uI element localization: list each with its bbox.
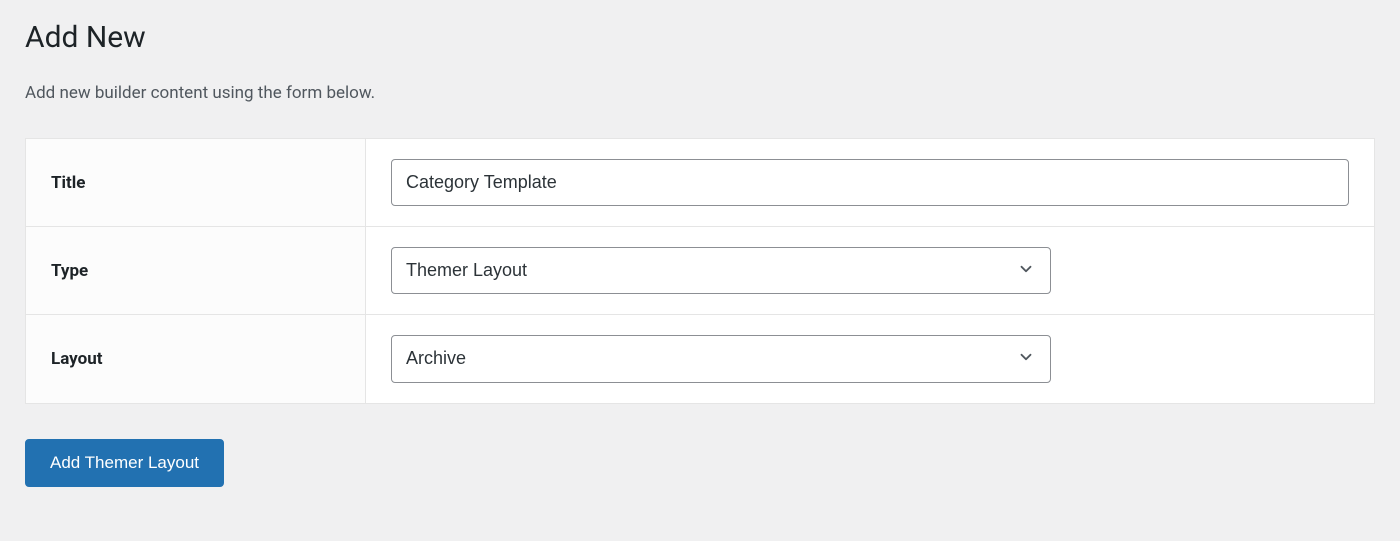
title-label: Title: [26, 139, 366, 227]
form-table: Title Type Themer Layout Layout: [25, 138, 1375, 404]
layout-label: Layout: [26, 315, 366, 403]
page-description: Add new builder content using the form b…: [25, 83, 1375, 103]
title-row: Title: [26, 139, 1375, 227]
layout-row: Layout Archive: [26, 315, 1375, 403]
type-select[interactable]: Themer Layout: [391, 247, 1051, 294]
layout-select[interactable]: Archive: [391, 335, 1051, 382]
type-label: Type: [26, 227, 366, 315]
add-themer-layout-button[interactable]: Add Themer Layout: [25, 439, 224, 487]
page-title: Add New: [25, 20, 1375, 55]
title-input[interactable]: [391, 159, 1349, 206]
type-row: Type Themer Layout: [26, 227, 1375, 315]
